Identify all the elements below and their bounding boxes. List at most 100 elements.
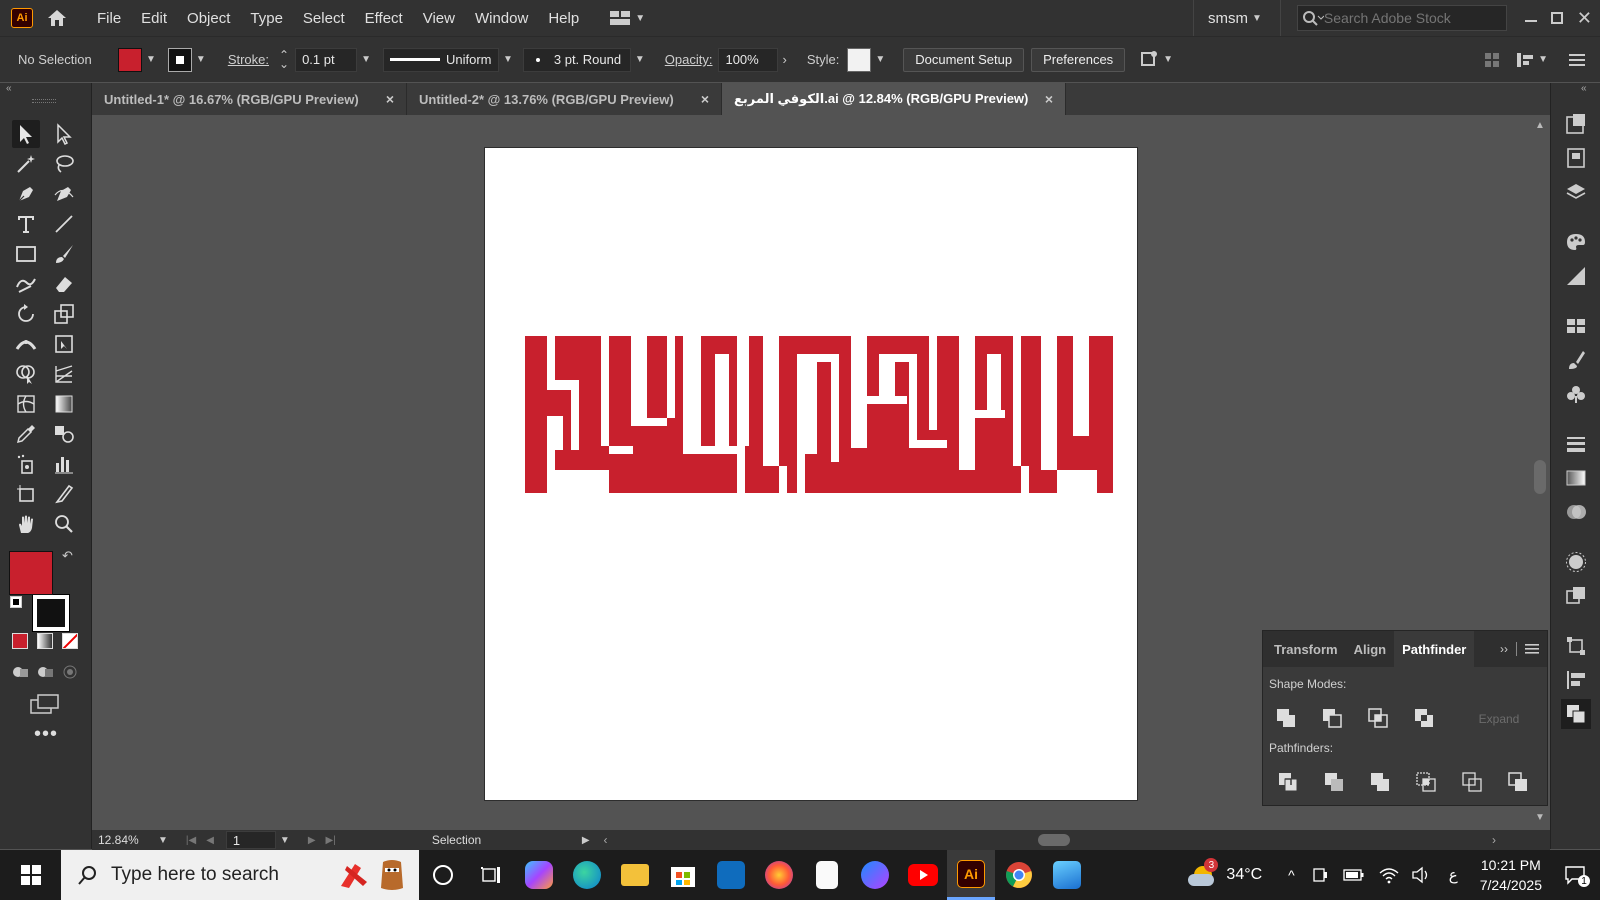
exclude-button[interactable] bbox=[1413, 707, 1435, 729]
taskbar-file-explorer[interactable] bbox=[611, 850, 659, 900]
properties-icon[interactable] bbox=[1565, 147, 1587, 169]
eyedropper-tool[interactable] bbox=[12, 420, 40, 448]
scale-tool[interactable] bbox=[50, 300, 78, 328]
arrange-documents-button[interactable]: ▼ bbox=[609, 10, 649, 26]
taskbar-messenger[interactable] bbox=[851, 850, 899, 900]
merge-button[interactable] bbox=[1369, 771, 1391, 793]
home-icon[interactable] bbox=[33, 8, 81, 28]
tab-untitled-2[interactable]: Untitled-2* @ 13.76% (RGB/GPU Preview) × bbox=[407, 83, 722, 115]
gradient-tool[interactable] bbox=[50, 390, 78, 418]
taskbar-outlook[interactable] bbox=[707, 850, 755, 900]
selection-tool[interactable] bbox=[12, 120, 40, 148]
artboard-tool[interactable] bbox=[12, 480, 40, 508]
taskbar-notepad[interactable] bbox=[803, 850, 851, 900]
color-icon[interactable] bbox=[1565, 231, 1587, 253]
direct-selection-tool[interactable] bbox=[50, 120, 78, 148]
cortana-button[interactable] bbox=[419, 850, 467, 900]
zoom-value[interactable]: 12.84% bbox=[98, 833, 154, 847]
scroll-thumb[interactable] bbox=[1534, 460, 1546, 494]
swatches-icon[interactable] bbox=[1565, 315, 1587, 337]
transparency-icon[interactable] bbox=[1565, 501, 1587, 523]
tab-transform[interactable]: Transform bbox=[1263, 631, 1346, 667]
line-segment-tool[interactable] bbox=[50, 210, 78, 238]
task-view-button[interactable] bbox=[467, 850, 515, 900]
layers-icon[interactable] bbox=[1565, 181, 1587, 203]
input-language[interactable]: ع bbox=[1449, 866, 1458, 884]
menu-file[interactable]: File bbox=[87, 10, 131, 27]
gradient-panel-icon[interactable] bbox=[1565, 467, 1587, 489]
stroke-icon[interactable] bbox=[1565, 433, 1587, 455]
intersect-button[interactable] bbox=[1367, 707, 1389, 729]
wifi-icon[interactable] bbox=[1379, 866, 1399, 884]
fill-swatch[interactable] bbox=[118, 47, 142, 72]
none-mode-icon[interactable] bbox=[62, 633, 78, 649]
divide-button[interactable] bbox=[1277, 771, 1299, 793]
magic-wand-tool[interactable] bbox=[12, 150, 40, 178]
crop-button[interactable] bbox=[1415, 771, 1437, 793]
taskbar-youtube[interactable] bbox=[899, 850, 947, 900]
paintbrush-tool[interactable] bbox=[50, 240, 78, 268]
last-artboard-icon[interactable]: ▶| bbox=[326, 835, 336, 846]
scroll-up-icon[interactable]: ▲ bbox=[1535, 120, 1545, 131]
column-graph-tool[interactable] bbox=[50, 450, 78, 478]
draw-normal-icon[interactable] bbox=[11, 663, 29, 681]
eraser-tool[interactable] bbox=[50, 270, 78, 298]
tab-pathfinder[interactable]: Pathfinder bbox=[1394, 631, 1475, 667]
unite-button[interactable] bbox=[1275, 707, 1297, 729]
chevron-right-icon[interactable]: › bbox=[778, 52, 790, 67]
transform-options[interactable]: ▼ bbox=[1516, 52, 1552, 68]
perspective-grid-tool[interactable] bbox=[50, 360, 78, 388]
scroll-down-icon[interactable]: ▼ bbox=[1535, 812, 1545, 823]
graphic-style-picker[interactable]: ▼ bbox=[847, 47, 889, 72]
restore-icon[interactable] bbox=[1550, 12, 1563, 24]
zoom-tool[interactable] bbox=[50, 510, 78, 538]
outline-button[interactable] bbox=[1461, 771, 1483, 793]
mesh-tool[interactable] bbox=[12, 390, 40, 418]
status-menu-icon[interactable]: ▶ bbox=[582, 835, 590, 846]
close-icon[interactable]: ✕ bbox=[1577, 8, 1592, 29]
graphic-style-swatch[interactable] bbox=[847, 47, 872, 72]
rotate-tool[interactable] bbox=[12, 300, 40, 328]
show-hidden-icons-icon[interactable]: ^ bbox=[1288, 867, 1295, 883]
symbol-sprayer-tool[interactable] bbox=[12, 450, 40, 478]
tab-kufi-square[interactable]: الكوفي المربع.ai @ 12.84% (RGB/GPU Previ… bbox=[722, 83, 1066, 115]
fill-color-box[interactable] bbox=[9, 551, 53, 595]
device-icon[interactable] bbox=[1311, 866, 1329, 884]
shape-builder-tool[interactable] bbox=[12, 360, 40, 388]
stroke-swatch-control[interactable]: ▼ bbox=[167, 47, 210, 72]
close-icon[interactable]: × bbox=[386, 91, 394, 107]
taskbar-illustrator[interactable]: Ai bbox=[947, 850, 995, 900]
first-artboard-icon[interactable]: |◀ bbox=[186, 835, 196, 846]
weather-widget[interactable]: 3 34°C bbox=[1180, 858, 1270, 888]
quick-actions-button[interactable]: ▼ bbox=[1139, 50, 1177, 70]
curvature-tool[interactable] bbox=[50, 180, 78, 208]
document-setup-button[interactable]: Document Setup bbox=[903, 47, 1025, 72]
pathfinder-dock-button[interactable] bbox=[1561, 699, 1591, 729]
panel-grip[interactable] bbox=[32, 99, 56, 103]
free-transform-tool[interactable] bbox=[50, 330, 78, 358]
tab-untitled-1[interactable]: Untitled-1* @ 16.67% (RGB/GPU Preview) × bbox=[92, 83, 407, 115]
notifications-button[interactable]: 1 bbox=[1564, 865, 1590, 887]
collapse-panel-icon[interactable]: « bbox=[6, 83, 12, 94]
menu-type[interactable]: Type bbox=[240, 10, 293, 27]
transform-panel-icon[interactable] bbox=[1565, 635, 1587, 657]
color-mode-icon[interactable] bbox=[12, 633, 28, 649]
menu-edit[interactable]: Edit bbox=[131, 10, 177, 27]
volume-icon[interactable] bbox=[1411, 866, 1431, 884]
slice-tool[interactable] bbox=[50, 480, 78, 508]
artboard-number[interactable]: 1 bbox=[225, 831, 276, 849]
taskbar-firefox[interactable] bbox=[755, 850, 803, 900]
screen-mode-icon[interactable] bbox=[30, 693, 60, 715]
stock-search[interactable] bbox=[1296, 5, 1507, 31]
minus-back-button[interactable] bbox=[1507, 771, 1529, 793]
opacity-label[interactable]: Opacity: bbox=[665, 52, 713, 67]
stroke-label[interactable]: Stroke: bbox=[228, 52, 269, 67]
close-icon[interactable]: × bbox=[701, 91, 709, 107]
horizontal-scroll-thumb[interactable] bbox=[1037, 834, 1070, 846]
graphic-styles-icon[interactable] bbox=[1565, 585, 1587, 607]
stroke-stepper-icon[interactable]: ⌃ ⌄ bbox=[279, 49, 289, 70]
stroke-weight-value[interactable]: 0.1 pt bbox=[295, 47, 358, 72]
taskbar-search[interactable]: Type here to search bbox=[61, 850, 419, 900]
lasso-tool[interactable] bbox=[50, 150, 78, 178]
opacity-value[interactable]: 100% bbox=[718, 47, 779, 72]
